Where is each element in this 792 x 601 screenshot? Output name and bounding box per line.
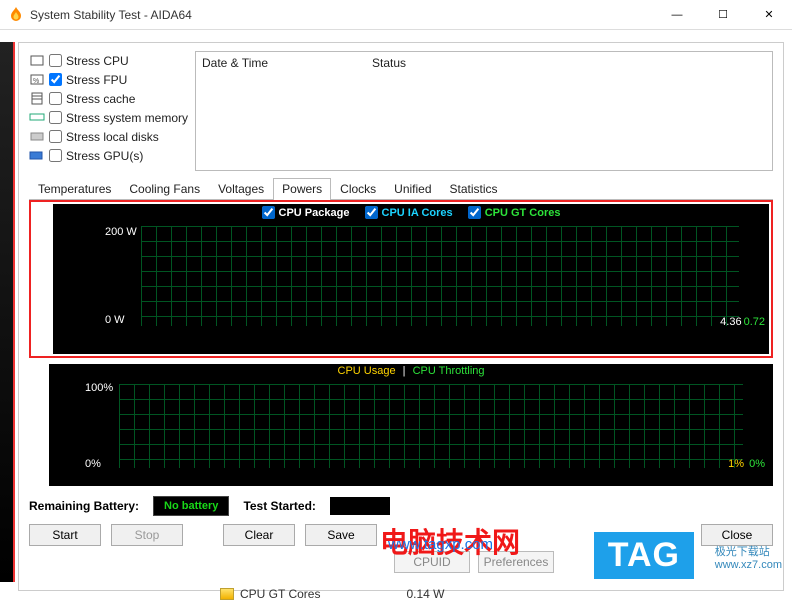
y-min: 0 W — [105, 314, 125, 326]
close-window-button[interactable]: ✕ — [746, 0, 792, 30]
chart-sidebar[interactable] — [33, 204, 53, 354]
chart-tabs: Temperatures Cooling Fans Voltages Power… — [29, 177, 773, 200]
start-button[interactable]: Start — [29, 524, 101, 546]
button-row: Start Stop Clear Save Close — [29, 524, 773, 546]
tab-cooling-fans[interactable]: Cooling Fans — [120, 178, 209, 200]
clear-button[interactable]: Clear — [223, 524, 295, 546]
svg-text:%: % — [33, 78, 39, 85]
grid-icon — [141, 226, 739, 326]
main-panel: Stress CPU %Stress FPU Stress cache Stre… — [18, 42, 784, 591]
stress-cpu[interactable]: Stress CPU — [29, 51, 189, 70]
usage-chart: CPU Usage | CPU Throttling 100% 0% 1% 0% — [29, 364, 773, 486]
chart2-sidebar[interactable] — [29, 364, 49, 486]
status-row: Remaining Battery: No battery Test Start… — [29, 496, 773, 516]
powers-plot: CPU Package CPU IA Cores CPU GT Cores 20… — [53, 204, 769, 354]
stress-options: Stress CPU %Stress FPU Stress cache Stre… — [29, 51, 189, 171]
remaining-battery-label: Remaining Battery: — [29, 499, 139, 513]
powers-chart-highlighted: CPU Package CPU IA Cores CPU GT Cores 20… — [29, 200, 773, 358]
legend-cpu-usage: CPU Usage — [338, 365, 396, 377]
cpuid-button[interactable]: CPUID — [394, 551, 470, 573]
tab-unified[interactable]: Unified — [385, 178, 440, 200]
stress-fpu[interactable]: %Stress FPU — [29, 70, 189, 89]
title-bar: System Stability Test - AIDA64 — ☐ ✕ — [0, 0, 792, 30]
grid-icon — [119, 384, 743, 468]
test-started-label: Test Started: — [243, 499, 315, 513]
stop-button[interactable]: Stop — [111, 524, 183, 546]
app-icon — [8, 7, 24, 23]
y2-min: 0% — [85, 458, 101, 470]
tab-statistics[interactable]: Statistics — [441, 178, 507, 200]
save-button[interactable]: Save — [305, 524, 377, 546]
bottom-row-peek: CPU GT Cores 0.14 W — [220, 587, 444, 601]
usage-plot: CPU Usage | CPU Throttling 100% 0% 1% 0% — [49, 364, 773, 486]
log-col-datetime: Date & Time — [202, 56, 372, 70]
minimize-button[interactable]: — — [654, 0, 700, 30]
legend-cpu-throttling: CPU Throttling — [413, 365, 485, 377]
stress-gpu[interactable]: Stress GPU(s) — [29, 146, 189, 165]
stress-disks[interactable]: Stress local disks — [29, 127, 189, 146]
maximize-button[interactable]: ☐ — [700, 0, 746, 30]
chip-icon — [220, 588, 234, 600]
test-started-value — [330, 497, 390, 515]
log-list[interactable]: Date & Time Status — [195, 51, 773, 171]
tab-clocks[interactable]: Clocks — [331, 178, 385, 200]
stress-cache[interactable]: Stress cache — [29, 89, 189, 108]
log-col-status: Status — [372, 56, 406, 70]
tab-temperatures[interactable]: Temperatures — [29, 178, 120, 200]
close-dialog-button[interactable]: Close — [701, 524, 773, 546]
tab-powers[interactable]: Powers — [273, 178, 331, 200]
preferences-button[interactable]: Preferences — [478, 551, 554, 573]
stress-sysmem[interactable]: Stress system memory — [29, 108, 189, 127]
no-battery-indicator: No battery — [153, 496, 229, 516]
current-readouts-2: 1% 0% — [726, 458, 765, 470]
window-title: System Stability Test - AIDA64 — [30, 8, 654, 22]
y-max: 200 W — [105, 226, 137, 238]
left-preview-strip — [0, 42, 15, 582]
legend-cpu-gt-cores[interactable]: CPU GT Cores — [468, 206, 561, 219]
legend-cpu-ia-cores[interactable]: CPU IA Cores — [365, 206, 453, 219]
y2-max: 100% — [85, 382, 113, 394]
legend-cpu-package[interactable]: CPU Package — [262, 206, 350, 219]
tab-voltages[interactable]: Voltages — [209, 178, 273, 200]
current-readouts: 4.360.72 — [718, 316, 765, 328]
